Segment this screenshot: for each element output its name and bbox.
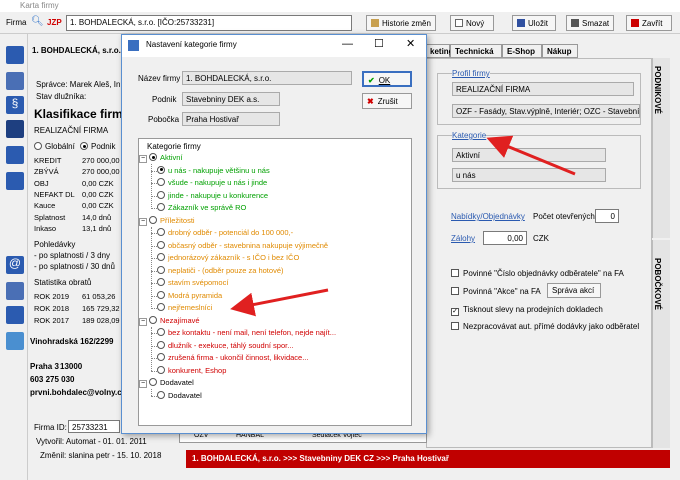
arrow-to-kategorie [486, 135, 576, 176]
annotation-arrows [230, 135, 576, 317]
arrow-to-nejremeslnici [230, 288, 329, 317]
